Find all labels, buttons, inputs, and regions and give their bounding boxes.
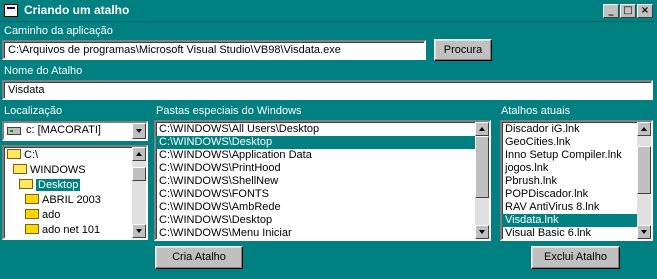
special-folder-item[interactable]: C:\WINDOWS\FONTS [156,188,489,201]
folder-tree-item-label: WINDOWS [30,164,86,176]
shortcut-item[interactable]: Discador iG.lnk [502,123,651,136]
browse-button[interactable]: Procura [434,39,492,61]
folder-tree-item[interactable]: ABRIL 2003 [4,193,146,208]
shortcut-item[interactable]: Pbrush.lnk [502,175,651,188]
shortcut-item[interactable]: POPDiscador.lnk [502,188,651,201]
maximize-button[interactable]: □ [620,4,636,18]
scroll-down-button[interactable] [637,225,651,239]
shortcut-item[interactable]: Inno Setup Compiler.lnk [502,149,651,162]
shortcut-item[interactable]: RAV AntiVirus 8.lnk [502,201,651,214]
folder-icon [25,209,39,220]
folder-icon [25,224,39,235]
special-folder-item[interactable]: C:\WINDOWS\PrintHood [156,162,489,175]
minimize-button[interactable]: _ [603,4,619,18]
folder-tree-item-label: C:\ [24,149,39,161]
title-bar[interactable]: Criando um atalho _ □ × [0,0,657,22]
special-folder-item[interactable]: C:\WINDOWS\All Users\Desktop [156,123,489,136]
open-folder-icon [13,164,27,175]
shortcut-item[interactable]: Visdata.lnk [502,214,651,227]
close-button[interactable]: × [637,4,653,18]
folder-tree-item-label: ABRIL 2003 [42,194,101,206]
scroll-up-button[interactable] [637,122,651,136]
folder-tree-item-label: ado net 101 [42,224,101,236]
shortcut-item[interactable]: Visual Basic 6.lnk [502,227,651,239]
folder-tree-item-label: Desktop [36,179,81,191]
drive-select-value: c: [MACORATI] [26,124,101,136]
folder-tree[interactable]: C:\ WINDOWS Desktop ABRIL 2003 ado ado net 10… [2,145,148,240]
scroll-down-button[interactable] [475,225,489,239]
folder-tree-item[interactable]: ado [4,208,146,223]
open-folder-icon [7,149,21,160]
folder-tree-scrollbar[interactable] [132,147,146,238]
current-shortcuts-label: Atalhos atuais [501,105,571,117]
folder-tree-item[interactable]: ado net 101 [4,223,146,238]
main-window: Criando um atalho _ □ × Caminho da aplic… [0,0,657,279]
drive-select[interactable]: c: [MACORATI] [2,121,148,141]
special-folders-label: Pastas especiais do Windows [156,105,302,117]
app-path-label: Caminho da aplicação [4,25,113,37]
special-folder-item[interactable]: C:\WINDOWS\Desktop [156,214,489,227]
scroll-thumb[interactable] [132,167,146,181]
app-path-input[interactable]: C:\Arquivos de programas\Microsoft Visua… [2,40,426,60]
window-title: Criando um atalho [24,3,130,17]
special-folder-item[interactable]: C:\WINDOWS\ShellNew [156,175,489,188]
special-folder-item[interactable]: C:\WINDOWS\Application Data [156,149,489,162]
scroll-thumb[interactable] [637,146,651,194]
open-folder-icon [19,179,33,190]
special-folders-list[interactable]: C:\WINDOWS\All Users\Desktop C:\WINDOWS\D… [154,120,491,241]
folder-tree-item-label: ado [42,209,61,221]
scroll-up-button[interactable] [132,147,146,161]
location-label: Localização [4,105,63,117]
shortcut-name-input[interactable]: Visdata [2,80,653,100]
folder-tree-item[interactable]: Desktop [4,178,146,193]
scroll-up-button[interactable] [475,122,489,136]
shortcut-item[interactable]: jogos.lnk [502,162,651,175]
special-folders-scrollbar[interactable] [475,122,489,239]
hard-drive-icon [7,127,21,135]
delete-shortcut-button[interactable]: Exclui Atalho [531,246,620,269]
folder-icon [25,194,39,205]
shortcut-item[interactable]: GeoCities.lnk [502,136,651,149]
shortcuts-scrollbar[interactable] [637,122,651,239]
special-folder-item[interactable]: C:\WINDOWS\Menu Iniciar [156,227,489,239]
scroll-down-button[interactable] [132,224,146,238]
shortcut-name-label: Nome do Atalho [4,65,83,77]
app-icon [4,4,18,17]
folder-tree-item[interactable]: WINDOWS [4,163,146,178]
scroll-thumb[interactable] [475,136,489,198]
special-folder-item[interactable]: C:\WINDOWS\Desktop [156,136,489,149]
chevron-down-icon[interactable] [132,123,146,139]
create-shortcut-button[interactable]: Cria Atalho [155,246,243,269]
folder-tree-item[interactable]: C:\ [4,148,146,163]
current-shortcuts-list[interactable]: Discador iG.lnk GeoCities.lnk Inno Setup C… [500,120,653,241]
special-folder-item[interactable]: C:\WINDOWS\AmbRede [156,201,489,214]
